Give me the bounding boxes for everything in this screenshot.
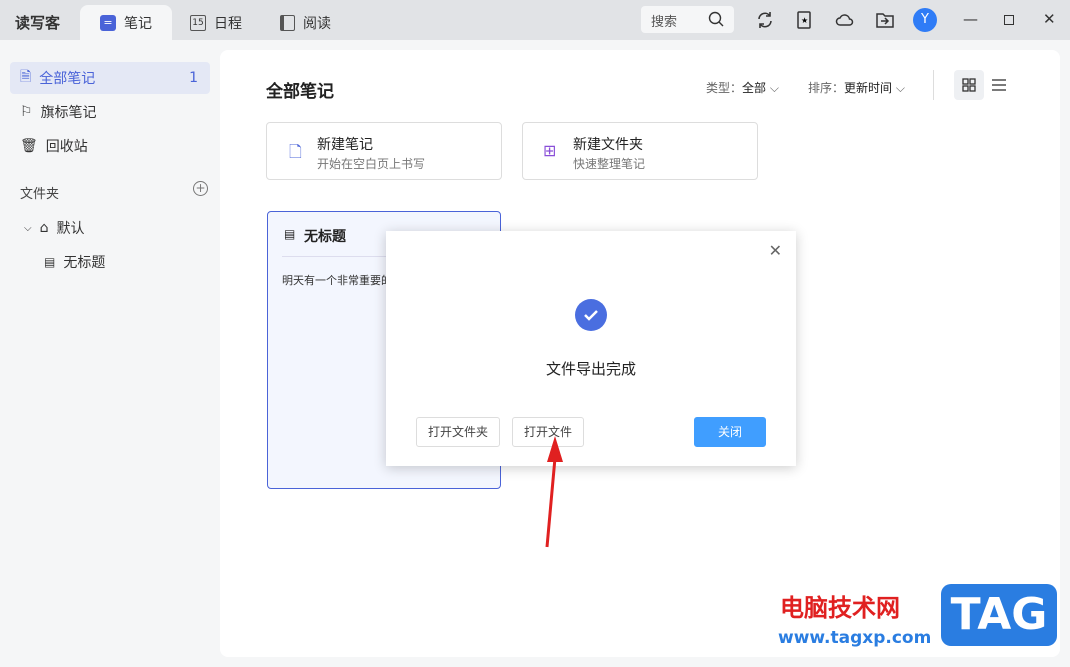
- watermark-logo: TAG: [941, 584, 1057, 646]
- watermark-url: www.tagxp.com: [778, 628, 932, 648]
- annotation-arrow: [545, 436, 563, 548]
- watermark-text: 电脑技术网: [780, 594, 900, 622]
